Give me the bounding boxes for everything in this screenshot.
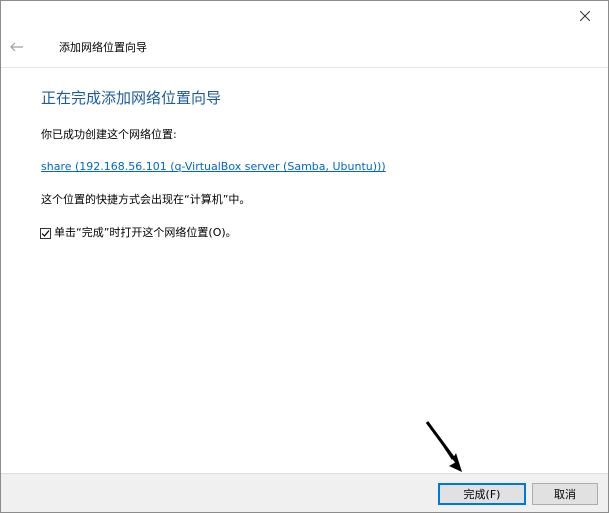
page-heading: 正在完成添加网络位置向导 <box>41 89 222 107</box>
checkmark-icon <box>41 229 50 237</box>
close-button[interactable] <box>562 1 608 31</box>
wizard-footer: 完成(F) 取消 <box>1 473 608 512</box>
finish-button[interactable]: 完成(F) <box>438 483 526 505</box>
cancel-button[interactable]: 取消 <box>532 483 598 505</box>
network-location-link[interactable]: share (192.168.56.101 (q-VirtualBox serv… <box>41 159 386 175</box>
title-bar <box>1 1 608 31</box>
open-location-checkbox-label: 单击“完成”时打开这个网络位置(O)。 <box>54 226 237 239</box>
close-icon <box>580 11 590 21</box>
back-arrow-icon <box>10 42 23 52</box>
header-divider <box>1 67 608 68</box>
wizard-window: 添加网络位置向导 正在完成添加网络位置向导 你已成功创建这个网络位置: shar… <box>0 0 609 513</box>
open-location-checkbox-row[interactable]: 单击“完成”时打开这个网络位置(O)。 <box>40 225 237 241</box>
open-location-checkbox[interactable] <box>40 227 51 239</box>
back-button[interactable] <box>5 35 29 59</box>
wizard-title: 添加网络位置向导 <box>59 41 147 54</box>
shortcut-message: 这个位置的快捷方式会出现在“计算机”中。 <box>41 193 251 206</box>
wizard-header: 添加网络位置向导 <box>1 31 608 67</box>
success-message: 你已成功创建这个网络位置: <box>41 128 177 141</box>
